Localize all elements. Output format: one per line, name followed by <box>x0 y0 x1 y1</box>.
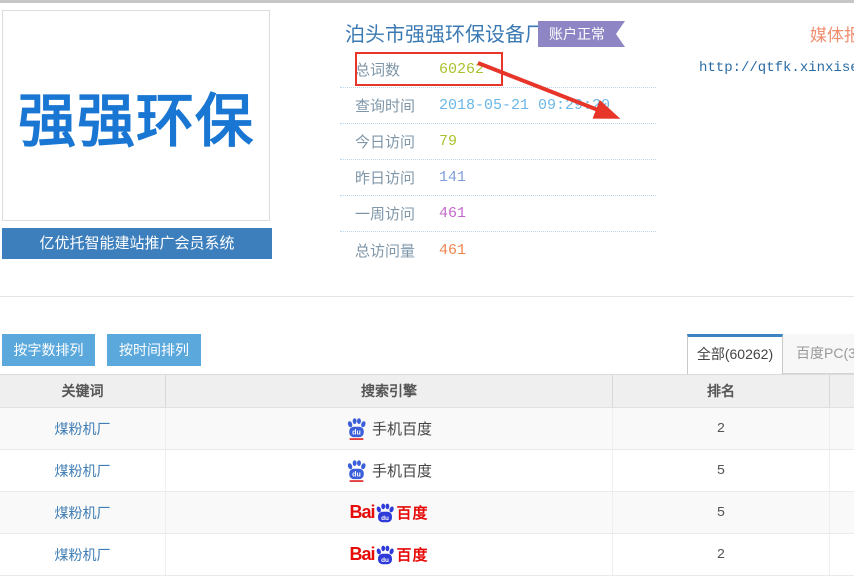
rank-value: 5 <box>717 463 725 479</box>
engine-name: 手机百度 <box>372 460 432 481</box>
baidu-mobile-icon: du <box>346 460 367 482</box>
stat-label: 总访问量 <box>355 240 425 261</box>
stat-label: 今日访问 <box>355 131 425 152</box>
stat-row-query-time: 查询时间 2018-05-21 09:29:20 <box>340 88 656 124</box>
stat-value: 461 <box>439 205 466 222</box>
stat-label: 一周访问 <box>355 203 425 224</box>
baidu-pc-icon: du <box>375 503 395 523</box>
baidu-logo-latin: Bai <box>349 544 374 565</box>
baidu-logo-cn: 百度 <box>397 544 429 565</box>
svg-text:du: du <box>352 471 361 478</box>
stat-label: 查询时间 <box>355 95 425 116</box>
engine-cell: du 手机百度 Bai du 手机百度 <box>166 450 613 491</box>
engine-filter-tabs: 全部(60262) 百度PC(30 <box>687 334 854 374</box>
stat-value: 2018-05-21 09:29:20 <box>439 97 610 114</box>
stat-row-today-visits: 今日访问 79 <box>340 124 656 160</box>
baidu-pc-icon: du <box>375 545 395 565</box>
keyword-link[interactable]: 煤粉机厂 <box>55 461 111 481</box>
stat-row-total-words: 总词数 60262 <box>340 52 656 88</box>
stat-value: 60262 <box>439 61 484 78</box>
page-title: 泊头市强强环保设备厂 <box>345 18 545 47</box>
keyword-link[interactable]: 煤粉机厂 <box>55 545 111 565</box>
stat-row-total-visits: 总访问量 461 <box>340 232 656 268</box>
baidu-logo-cn: 百度 <box>397 502 429 523</box>
keyword-ranking-table: 关键词 搜索引擎 排名 煤粉机厂 du 手机百度 Bai <box>0 374 854 576</box>
header-keyword: 关键词 <box>0 375 166 407</box>
svg-text:du: du <box>381 514 389 521</box>
table-row: 煤粉机厂 du 百度 Bai <box>0 534 854 576</box>
page-top-border <box>0 0 854 3</box>
tab-all[interactable]: 全部(60262) <box>687 334 783 374</box>
company-logo: 强强环保 <box>2 10 270 221</box>
svg-text:du: du <box>352 429 361 436</box>
keyword-link[interactable]: 煤粉机厂 <box>55 419 111 439</box>
account-stats-list: 总词数 60262 查询时间 2018-05-21 09:29:20 今日访问 … <box>340 52 656 268</box>
stat-label: 昨日访问 <box>355 167 425 188</box>
table-row: 煤粉机厂 du 手机百度 Bai <box>0 408 854 450</box>
stat-row-yesterday-visits: 昨日访问 141 <box>340 160 656 196</box>
engine-cell: du 手机百度 Bai du 手机百度 <box>166 408 613 449</box>
stat-value: 141 <box>439 169 466 186</box>
table-header-row: 关键词 搜索引擎 排名 <box>0 374 854 408</box>
stat-label: 总词数 <box>355 59 425 80</box>
stat-value: 79 <box>439 133 457 150</box>
stat-value: 461 <box>439 242 466 259</box>
sort-by-words-button[interactable]: 按字数排列 <box>2 334 95 366</box>
rank-value: 2 <box>717 421 725 437</box>
tab-baidu-pc[interactable]: 百度PC(30 <box>783 334 854 374</box>
baidu-logo-latin: Bai <box>349 502 374 523</box>
account-status-badge: 账户正常 <box>538 21 625 47</box>
header-rank: 排名 <box>613 375 830 407</box>
logo-text: 强强环保 <box>18 74 254 158</box>
engine-cell: du 百度 Bai du 百度 <box>166 534 613 575</box>
table-row: 煤粉机厂 du 百度 Bai <box>0 492 854 534</box>
stat-row-week-visits: 一周访问 461 <box>340 196 656 232</box>
baidu-mobile-icon: du <box>346 418 367 440</box>
engine-name: 手机百度 <box>372 418 432 439</box>
section-divider <box>0 296 854 297</box>
site-url-link[interactable]: http://qtfk.xinxisea. <box>699 60 854 76</box>
svg-text:du: du <box>381 556 389 563</box>
header-search-engine: 搜索引擎 <box>166 375 613 407</box>
rank-value: 2 <box>717 547 725 563</box>
rank-value: 5 <box>717 505 725 521</box>
table-row: 煤粉机厂 du 手机百度 Bai <box>0 450 854 492</box>
keyword-link[interactable]: 煤粉机厂 <box>55 503 111 523</box>
media-section-heading: 媒体报 <box>810 21 854 46</box>
sort-by-time-button[interactable]: 按时间排列 <box>107 334 201 366</box>
engine-cell: du 百度 Bai du 百度 <box>166 492 613 533</box>
system-banner: 亿优托智能建站推广会员系统 <box>2 228 272 259</box>
header-extra <box>830 375 854 407</box>
